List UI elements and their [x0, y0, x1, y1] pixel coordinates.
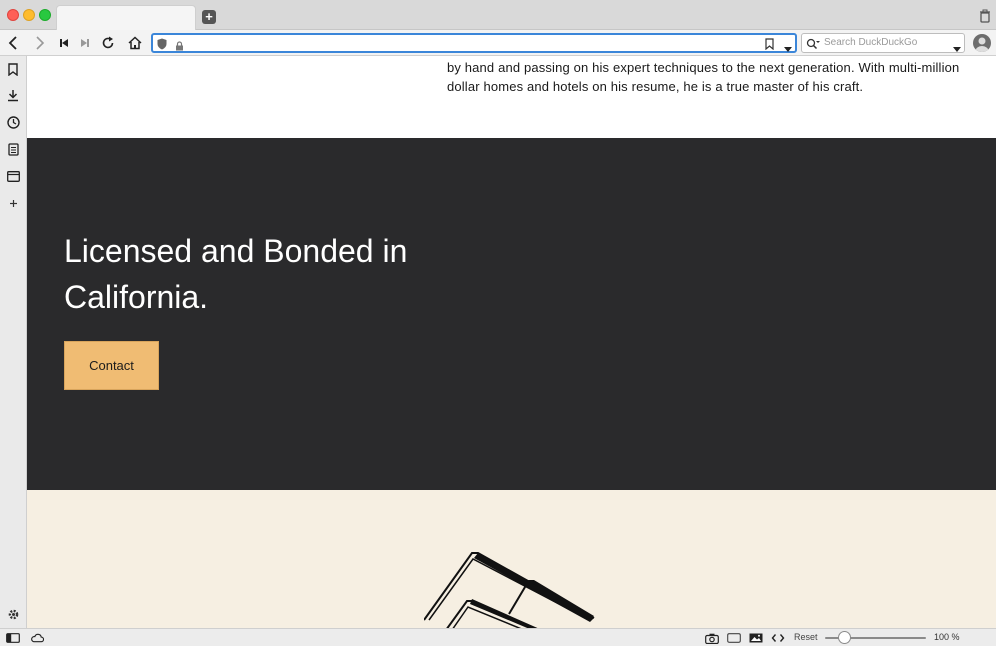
logo-section	[27, 490, 996, 628]
close-window-button[interactable]	[7, 9, 19, 21]
home-icon[interactable]	[126, 34, 144, 52]
bookmark-icon[interactable]	[5, 61, 21, 77]
side-panel	[0, 56, 27, 628]
search-icon	[806, 37, 820, 55]
trash-icon[interactable]	[978, 9, 992, 23]
active-tab[interactable]	[56, 5, 196, 30]
chevron-left-icon[interactable]	[4, 34, 22, 52]
zoom-level: 100 %	[934, 632, 960, 642]
web-content: by hand and passing on his expert techni…	[27, 56, 996, 628]
profile-avatar[interactable]	[973, 34, 991, 52]
address-bar[interactable]	[151, 33, 797, 53]
skip-back-icon[interactable]	[55, 34, 73, 52]
gear-icon[interactable]	[5, 606, 21, 622]
bookmark-page-icon[interactable]	[765, 37, 774, 55]
title-bar: +	[0, 0, 996, 30]
new-tab-button[interactable]: +	[202, 10, 216, 24]
zoom-window-button[interactable]	[39, 9, 51, 21]
image-icon[interactable]	[749, 632, 763, 644]
license-section: Licensed and Bonded in California. Conta…	[27, 138, 996, 490]
plus-icon[interactable]	[5, 195, 21, 211]
window-icon[interactable]	[5, 168, 21, 184]
about-section: by hand and passing on his expert techni…	[27, 56, 996, 138]
download-icon[interactable]	[5, 87, 21, 103]
search-placeholder: Search DuckDuckGo	[824, 37, 918, 48]
navigation-toolbar: Search DuckDuckGo	[0, 30, 996, 56]
roof-logo	[424, 552, 595, 628]
license-heading: Licensed and Bonded in California.	[64, 233, 408, 315]
camera-icon[interactable]	[705, 632, 719, 644]
minimize-window-button[interactable]	[23, 9, 35, 21]
intro-paragraph: by hand and passing on his expert techni…	[447, 60, 960, 94]
zoom-slider-handle[interactable]	[838, 631, 851, 644]
code-icon[interactable]	[771, 632, 785, 644]
status-bar: Reset 100 %	[0, 628, 996, 646]
reload-icon[interactable]	[99, 34, 117, 52]
tiling-icon[interactable]	[727, 632, 741, 644]
search-field[interactable]: Search DuckDuckGo	[801, 33, 965, 53]
clock-icon[interactable]	[5, 114, 21, 130]
zoom-reset-button[interactable]: Reset	[794, 632, 818, 642]
contact-button[interactable]: Contact	[64, 341, 159, 390]
cloud-icon[interactable]	[30, 632, 44, 644]
skip-forward-icon[interactable]	[76, 34, 94, 52]
lock-icon	[175, 38, 184, 56]
chevron-right-icon[interactable]	[31, 34, 49, 52]
notes-icon[interactable]	[5, 141, 21, 157]
panel-toggle-icon[interactable]	[6, 632, 20, 644]
shield-icon[interactable]	[157, 37, 167, 55]
